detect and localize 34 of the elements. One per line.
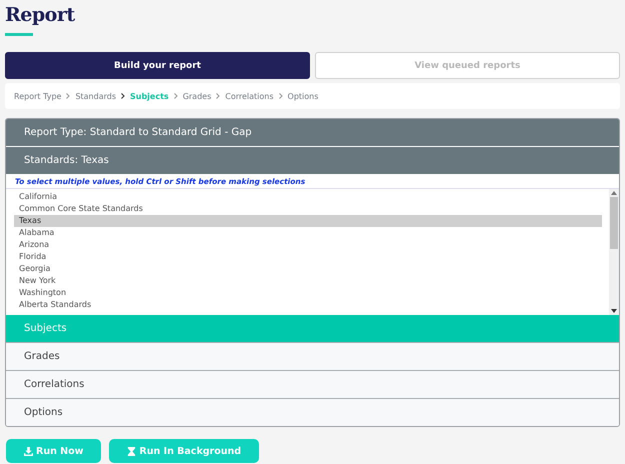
section-header[interactable]: Options — [6, 399, 619, 426]
hourglass-icon — [127, 446, 136, 456]
breadcrumb-item[interactable]: Standards — [75, 92, 116, 100]
breadcrumb-item[interactable]: Options — [288, 92, 318, 100]
list-option[interactable]: Washington — [14, 287, 602, 299]
scrollbar[interactable] — [609, 189, 619, 315]
standards-listbox[interactable]: California Common Core State Standards Texas Alabama Arizona Florida Georgia New York Washington Alberta Standards — [6, 189, 619, 315]
tab[interactable]: Build your report — [5, 52, 310, 79]
section-header[interactable]: Report Type: Standard to Standard Grid - Gap — [6, 119, 619, 147]
list-option[interactable]: Alabama — [14, 227, 602, 239]
breadcrumb-item[interactable]: Report Type — [14, 92, 62, 100]
list-option[interactable]: Florida — [14, 251, 602, 263]
scroll-down-icon[interactable] — [611, 309, 617, 313]
list-option[interactable]: Texas — [14, 215, 602, 227]
download-icon — [24, 446, 33, 456]
chevron-icon — [216, 93, 220, 99]
list-option[interactable]: Arizona — [14, 239, 602, 251]
list-option[interactable]: Common Core State Standards — [14, 203, 602, 215]
section-header[interactable]: Correlations — [6, 371, 619, 399]
scroll-up-icon[interactable] — [611, 191, 617, 195]
section-header[interactable]: Standards: Texas — [6, 147, 619, 175]
page-title: Report — [5, 4, 75, 26]
chevron-icon — [174, 93, 178, 99]
list-option[interactable]: Georgia — [14, 263, 602, 275]
breadcrumb-item[interactable]: Correlations — [225, 92, 274, 100]
list-option[interactable]: Alberta Standards — [14, 299, 602, 311]
chevron-icon — [121, 93, 125, 99]
chevron-icon — [278, 93, 283, 99]
title-underline — [5, 33, 33, 36]
breadcrumb-item[interactable]: Grades — [182, 92, 212, 100]
list-option[interactable]: California — [14, 191, 602, 203]
list-option[interactable]: New York — [14, 275, 602, 287]
section-header[interactable]: Grades — [6, 343, 619, 371]
chevron-icon — [66, 93, 70, 99]
